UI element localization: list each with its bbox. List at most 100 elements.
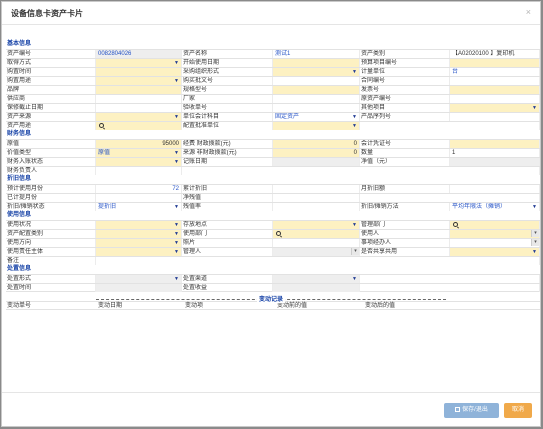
- caret-down-icon: ▼: [174, 60, 179, 66]
- source-label: 资产来源: [6, 113, 96, 121]
- caret-down-icon: ▼: [174, 276, 179, 282]
- quantity-value[interactable]: 1: [450, 149, 540, 157]
- invoice-no-label: 发票号: [360, 86, 450, 94]
- original-value-input[interactable]: 95000: [96, 140, 182, 148]
- purchase-org-label: 采购组织形式: [182, 68, 273, 76]
- save-exit-button[interactable]: 保存/退出: [444, 403, 499, 418]
- agent-select[interactable]: ▾: [450, 239, 540, 247]
- entry-status-select[interactable]: ▼: [96, 158, 182, 166]
- use-dept-lookup[interactable]: [273, 230, 360, 238]
- responsible-select[interactable]: ▼: [96, 248, 182, 256]
- depreciation-method-label: 折旧/摊销方法: [360, 203, 450, 211]
- caret-down-icon: ▼: [174, 114, 179, 120]
- remark-input[interactable]: [96, 257, 540, 265]
- unit-value[interactable]: 台: [450, 68, 540, 76]
- caret-down-icon: ▼: [174, 231, 179, 237]
- blank-cell: [360, 194, 540, 202]
- caret-down-icon: ▼: [174, 240, 179, 246]
- unit-label: 计量单位: [360, 68, 450, 76]
- shared-label: 是否共享共用: [360, 248, 450, 256]
- expected-months-input[interactable]: 72: [96, 185, 182, 193]
- allocation-unit-select[interactable]: ▼: [273, 122, 360, 130]
- cancel-button[interactable]: 取消: [504, 403, 532, 418]
- usage-status-select[interactable]: ▼: [96, 221, 182, 229]
- source-select[interactable]: ▼: [96, 113, 182, 121]
- user-label: 使用人: [360, 230, 450, 238]
- shared-select[interactable]: ▼: [450, 248, 540, 256]
- brand-input[interactable]: [96, 86, 182, 94]
- supplier-input[interactable]: [96, 95, 182, 103]
- account-subject-select[interactable]: 固定资产 ▼: [273, 113, 360, 121]
- depreciation-status-select[interactable]: 提折旧 ▼: [96, 203, 182, 211]
- dropdown-arrow-icon[interactable]: ▾: [351, 248, 359, 255]
- disposal-channel-select[interactable]: ▼: [273, 275, 360, 283]
- depreciation-method-select[interactable]: 平均年限法（摊销） ▼: [450, 203, 540, 211]
- asset-category-label: 资产类别: [360, 50, 450, 58]
- asset-no-label: 资产编号: [6, 50, 96, 58]
- manager-select[interactable]: ▾: [273, 248, 360, 256]
- product-serial-input[interactable]: [450, 113, 540, 121]
- residual-rate-value: [273, 203, 360, 211]
- close-icon[interactable]: ×: [526, 7, 531, 17]
- asset-category-value[interactable]: 【A02020100 】复印机: [450, 50, 540, 58]
- manufacturer-input[interactable]: [273, 95, 360, 103]
- caret-down-icon: ▼: [352, 69, 357, 75]
- section-usage: 使用信息: [7, 212, 32, 218]
- approval-no-input[interactable]: [273, 77, 360, 85]
- other-select[interactable]: ▼: [450, 104, 540, 112]
- warranty-input[interactable]: [96, 104, 182, 112]
- net-value-label: 净值（元）: [360, 158, 450, 166]
- search-icon: [453, 222, 458, 227]
- purchase-org-select[interactable]: ▼: [273, 68, 360, 76]
- budget-fund-label: 经费 财政拨款(元): [182, 140, 273, 148]
- budget-no-input[interactable]: [450, 59, 540, 67]
- acceptance-no-input[interactable]: [273, 104, 360, 112]
- photo-value[interactable]: [273, 239, 360, 247]
- config-type-select[interactable]: ▼: [96, 230, 182, 238]
- save-exit-label: 保存/退出: [462, 407, 488, 413]
- net-value-value: [450, 158, 540, 166]
- form-row: 资产用途 配置批准单位 ▼: [6, 121, 540, 130]
- search-icon: [276, 231, 281, 236]
- acquire-method-select[interactable]: ▼: [96, 59, 182, 67]
- start-date-input[interactable]: [273, 59, 360, 67]
- purpose-lookup[interactable]: [96, 122, 182, 130]
- dropdown-arrow-icon[interactable]: ▾: [531, 230, 539, 237]
- depreciated-months-label: 已计提月份: [6, 194, 96, 202]
- form-row: 处置形式 ▼ 处置渠道 ▼: [6, 274, 540, 283]
- voucher-input[interactable]: [450, 140, 540, 148]
- direction-select[interactable]: ▼: [96, 239, 182, 247]
- dropdown-arrow-icon[interactable]: ▾: [531, 239, 539, 246]
- admin-dept-lookup[interactable]: [450, 221, 540, 229]
- purchase-use-select[interactable]: ▼: [96, 77, 182, 85]
- direction-label: 使用方向: [6, 239, 96, 247]
- original-no-input[interactable]: [450, 95, 540, 103]
- disposal-channel-label: 处置渠道: [182, 275, 273, 283]
- depreciation-status-value: 提折旧: [98, 204, 117, 210]
- asset-name-value[interactable]: 测试1: [273, 50, 360, 58]
- form-row: 处置时间 处置收益: [6, 283, 540, 292]
- budget-fund-input[interactable]: 0: [273, 140, 360, 148]
- value-type-select[interactable]: 原值 ▼: [96, 149, 182, 157]
- spec-input[interactable]: [273, 86, 360, 94]
- supplier-label: 供应商: [6, 95, 96, 103]
- form-row: 财务入账状态 ▼ 记账日期 净值（元）: [6, 157, 540, 166]
- purchase-time-input[interactable]: [96, 68, 182, 76]
- allocation-unit-label: 配置批准单位: [182, 122, 273, 130]
- start-date-label: 开始使用日期: [182, 59, 273, 67]
- dialog-header: 设备信息卡资产卡片 ×: [2, 2, 540, 25]
- invoice-no-input[interactable]: [450, 86, 540, 94]
- caret-down-icon: ▼: [174, 222, 179, 228]
- non-fiscal-input[interactable]: 0: [273, 149, 360, 157]
- user-select[interactable]: ▾: [450, 230, 540, 238]
- config-type-label: 资产配置类别: [6, 230, 96, 238]
- disposal-form-select[interactable]: ▼: [96, 275, 182, 283]
- entry-date-value: [273, 158, 360, 166]
- location-select[interactable]: ▼: [273, 221, 360, 229]
- contract-no-input[interactable]: [450, 77, 540, 85]
- depreciation-status-label: 折旧/摊销状态: [6, 203, 96, 211]
- form-row: 保修截止日期 验收单号 其他项目 ▼: [6, 103, 540, 112]
- search-icon: [99, 123, 104, 128]
- quantity-label: 数量: [360, 149, 450, 157]
- entry-date-label: 记账日期: [182, 158, 273, 166]
